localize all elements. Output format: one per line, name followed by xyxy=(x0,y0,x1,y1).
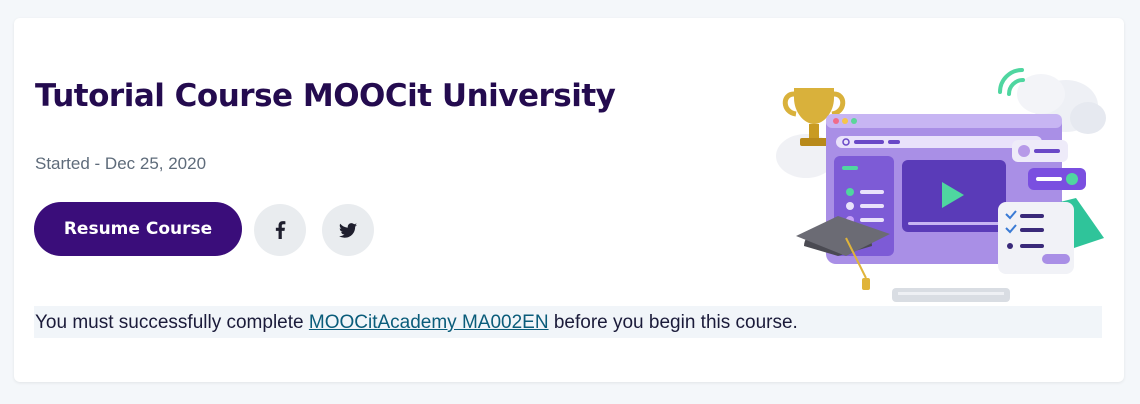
resume-course-button[interactable]: Resume Course xyxy=(34,202,242,256)
prerequisite-notice: You must successfully complete MOOCitAca… xyxy=(34,306,1102,338)
prerequisite-text-before: You must successfully complete xyxy=(35,312,309,333)
prerequisite-text-after: before you begin this course. xyxy=(548,312,798,333)
twitter-share-button[interactable] xyxy=(322,204,374,256)
checklist-illustration xyxy=(998,202,1074,274)
facebook-share-button[interactable] xyxy=(254,204,306,256)
course-illustration xyxy=(776,68,1106,302)
course-title: Tutorial Course MOOCit University xyxy=(35,78,616,114)
twitter-icon xyxy=(339,222,357,238)
prerequisite-course-link[interactable]: MOOCitAcademy MA002EN xyxy=(309,312,549,333)
keyboard-icon xyxy=(892,288,1010,302)
course-start-date: Started - Dec 25, 2020 xyxy=(35,154,207,173)
facebook-icon xyxy=(275,221,286,239)
course-card: Tutorial Course MOOCit University Starte… xyxy=(14,18,1124,382)
